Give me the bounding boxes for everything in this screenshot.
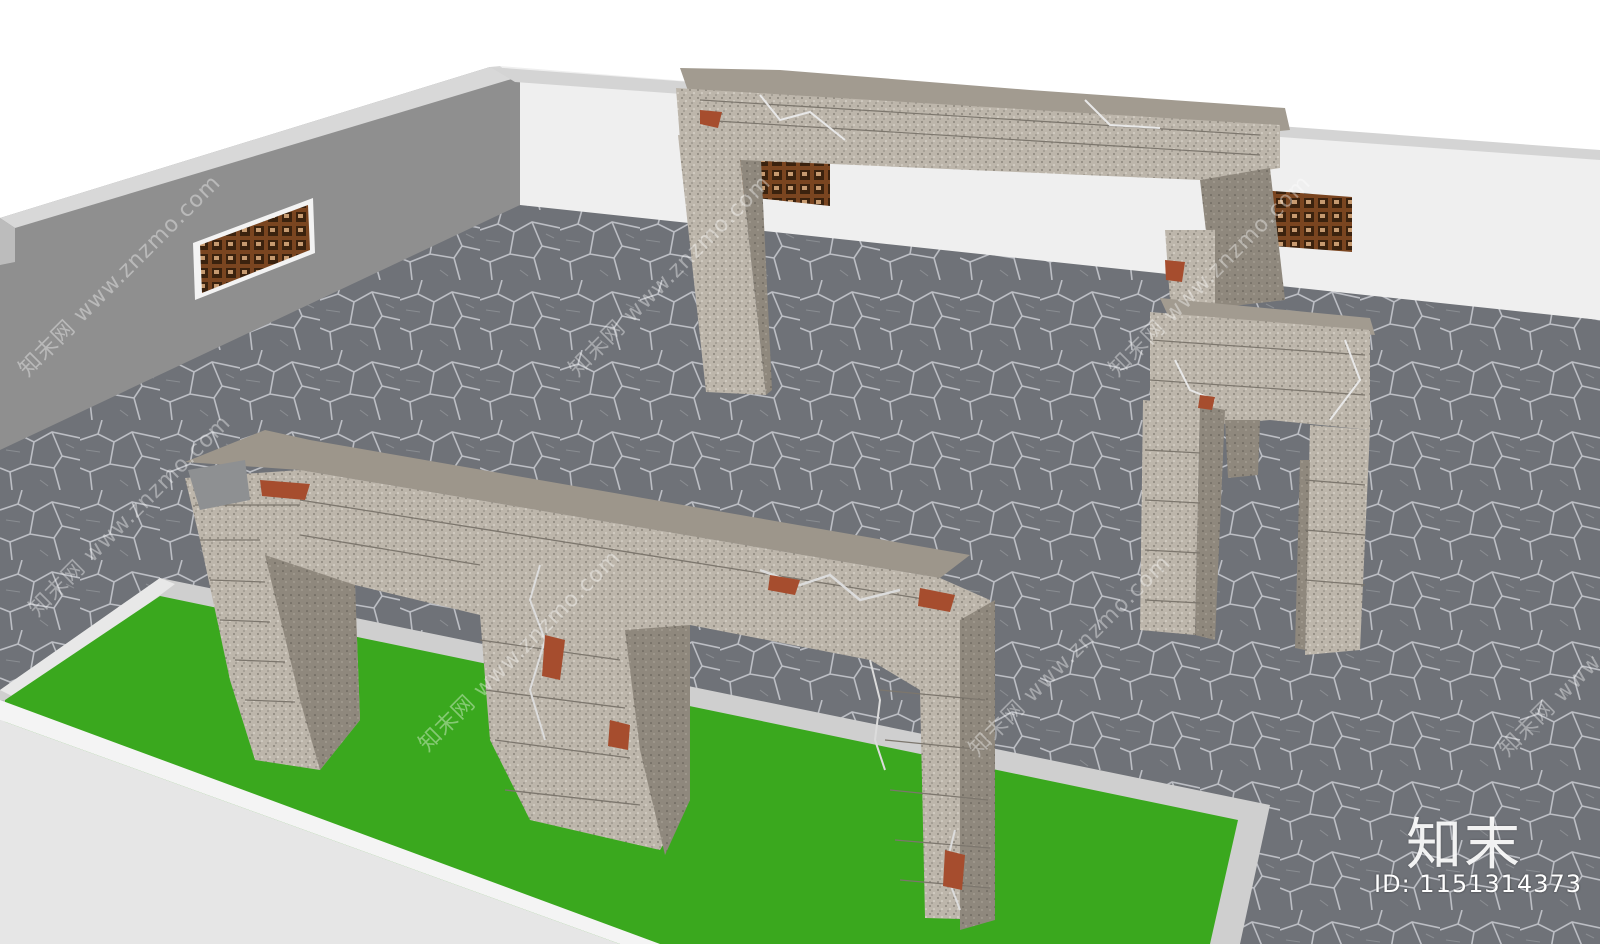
render-viewport: 知末网 www.znzmo.com 知末网 www.znzmo.com 知末网 …: [0, 0, 1600, 944]
image-id-label: ID: 1151314373: [1374, 870, 1582, 898]
brand-logo: 知末: [1406, 813, 1522, 878]
ruins-3d-render: [0, 0, 1600, 944]
